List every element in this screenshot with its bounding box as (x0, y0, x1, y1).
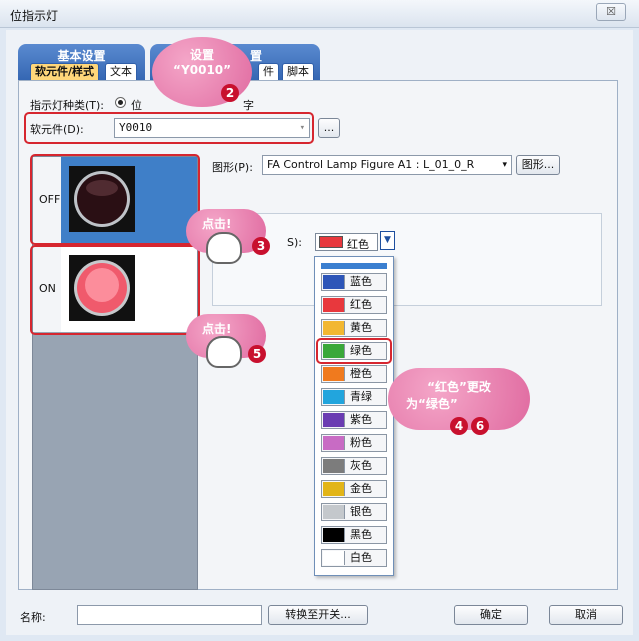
callout-color-line1: “红色”更改 (427, 380, 491, 394)
color-dropdown-button[interactable]: ▼ (380, 231, 395, 250)
step-badge-4: 4 (450, 417, 468, 435)
name-input[interactable] (77, 605, 262, 625)
color-option-swatch (323, 551, 345, 565)
figure-label: 图形(P): (212, 161, 253, 174)
step-badge-2: 2 (221, 84, 239, 102)
color-option-label: 黄色 (350, 321, 372, 334)
color-select[interactable]: 红色 (315, 233, 378, 251)
color-option[interactable]: 青绿 (321, 388, 387, 406)
on-state-highlight (30, 245, 200, 335)
name-label: 名称: (20, 611, 46, 624)
tab-script[interactable]: 脚本 (282, 63, 314, 80)
color-option[interactable]: 金色 (321, 480, 387, 498)
callout-color-line2: 为“绿色” (406, 397, 458, 411)
step-badge-6: 6 (471, 417, 489, 435)
color-option-label: 红色 (350, 298, 372, 311)
color-option-label: 银色 (350, 505, 372, 518)
color-option-swatch (323, 298, 345, 312)
color-option-label: 金色 (350, 482, 372, 495)
color-option-swatch (323, 413, 345, 427)
mouse-icon (206, 232, 242, 264)
callout-click1-text: 点击! (202, 217, 232, 231)
color-option-swatch (323, 436, 345, 450)
color-option-label: 黑色 (350, 528, 372, 541)
color-option-label: 蓝色 (350, 275, 372, 288)
color-option-swatch (323, 367, 345, 381)
color-group (212, 213, 602, 306)
color-option-swatch (323, 482, 345, 496)
list-scroll-indicator (321, 263, 387, 269)
figure-button[interactable]: 图形... (516, 155, 560, 175)
color-option-label: 紫色 (350, 413, 372, 426)
callout-set-line2: “Y0010” (172, 63, 232, 77)
step-badge-5: 5 (248, 345, 266, 363)
color-option[interactable]: 白色 (321, 549, 387, 567)
color-option[interactable]: 橙色 (321, 365, 387, 383)
color-option-swatch (323, 321, 345, 335)
tab-group-basic-title: 基本设置 (57, 49, 106, 63)
figure-select-value: FA Control Lamp Figure A1 : L_01_0_R (267, 158, 475, 171)
radio-bit[interactable] (115, 97, 126, 108)
color-option-swatch (323, 505, 345, 519)
radio-bit-label: 位 (131, 99, 142, 112)
tab-device-style[interactable]: 软元件/样式 (30, 63, 100, 80)
tab-trigger[interactable]: 件 (258, 63, 279, 80)
mouse-icon (206, 336, 242, 368)
convert-button[interactable]: 转换至开关... (268, 605, 368, 625)
tab-text[interactable]: 文本 (105, 63, 137, 80)
color-option[interactable]: 粉色 (321, 434, 387, 452)
color-option[interactable]: 红色 (321, 296, 387, 314)
close-button[interactable]: ☒ (596, 3, 626, 21)
radio-word-label: 字 (243, 99, 254, 112)
color-option-label: 灰色 (350, 459, 372, 472)
color-option[interactable]: 灰色 (321, 457, 387, 475)
color-option-swatch (323, 528, 345, 542)
title-bar (0, 0, 639, 28)
color-option-label: 粉色 (350, 436, 372, 449)
color-dropdown-list: 蓝色 红色 黄色 绿色 橙色 青绿 紫色 粉色 灰色 金色 银色 黑色 白色 (314, 256, 394, 576)
green-highlight (316, 338, 392, 364)
color-option-swatch (323, 275, 345, 289)
color-option[interactable]: 蓝色 (321, 273, 387, 291)
device-dropdown-icon[interactable]: ▾ (300, 119, 305, 137)
lamp-type-label: 指示灯种类(T): (30, 99, 105, 112)
color-option[interactable]: 黄色 (321, 319, 387, 337)
step-badge-3: 3 (252, 237, 270, 255)
off-state-highlight (30, 154, 200, 245)
color-select-value: 红色 (347, 238, 369, 251)
color-option[interactable]: 紫色 (321, 411, 387, 429)
color-option-label: 白色 (350, 551, 372, 564)
device-label: 软元件(D): (30, 123, 84, 136)
cancel-button[interactable]: 取消 (549, 605, 623, 625)
device-input[interactable]: Y0010 ▾ (114, 118, 310, 138)
window-title: 位指示灯 (10, 9, 59, 23)
color-option[interactable]: 黑色 (321, 526, 387, 544)
color-select-swatch (319, 236, 343, 248)
color-option-swatch (323, 459, 345, 473)
color-option-label: 橙色 (350, 367, 372, 380)
color-label: S): (287, 236, 302, 249)
figure-dropdown-icon[interactable]: ▾ (502, 156, 507, 174)
ok-button[interactable]: 确定 (454, 605, 528, 625)
figure-select[interactable]: FA Control Lamp Figure A1 : L_01_0_R ▾ (262, 155, 512, 175)
callout-click2-text: 点击! (202, 322, 232, 336)
device-browse-button[interactable]: ... (318, 118, 340, 138)
color-option-label: 青绿 (350, 390, 372, 403)
color-option-swatch (323, 390, 345, 404)
callout-set-line1: 设置 (189, 48, 214, 62)
device-input-value: Y0010 (119, 121, 153, 134)
color-option[interactable]: 银色 (321, 503, 387, 521)
